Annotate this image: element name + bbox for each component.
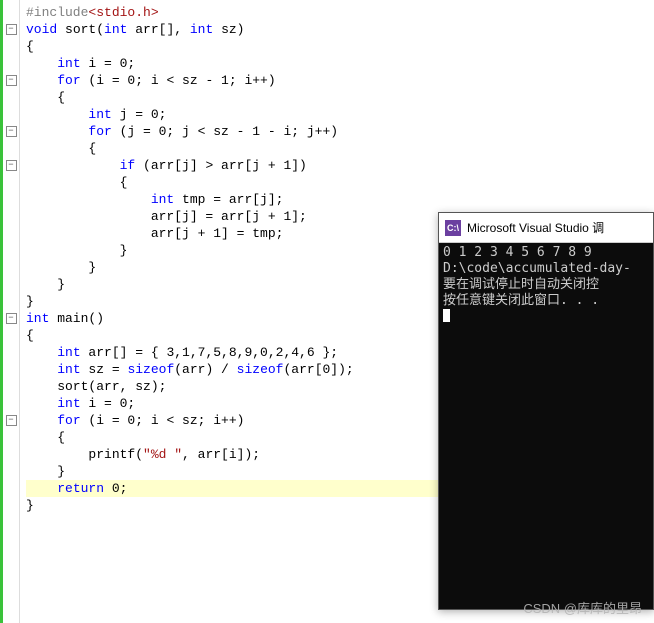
code-line[interactable]: { bbox=[26, 140, 654, 157]
console-line: D:\code\accumulated-day- bbox=[443, 261, 649, 277]
code-line[interactable]: void sort(int arr[], int sz) bbox=[26, 21, 654, 38]
console-line: 0 1 2 3 4 5 6 7 8 9 bbox=[443, 245, 649, 261]
code-line[interactable]: int j = 0; bbox=[26, 106, 654, 123]
fold-toggle-icon[interactable]: − bbox=[6, 75, 17, 86]
console-line: 按任意键关闭此窗口. . . bbox=[443, 293, 649, 309]
code-line[interactable]: if (arr[j] > arr[j + 1]) bbox=[26, 157, 654, 174]
code-line[interactable]: for (i = 0; i < sz - 1; i++) bbox=[26, 72, 654, 89]
console-line: 要在调试停止时自动关闭控 bbox=[443, 277, 649, 293]
fold-toggle-icon[interactable]: − bbox=[6, 415, 17, 426]
fold-toggle-icon[interactable]: − bbox=[6, 160, 17, 171]
console-output[interactable]: 0 1 2 3 4 5 6 7 8 9D:\code\accumulated-d… bbox=[439, 243, 653, 329]
code-line[interactable]: { bbox=[26, 174, 654, 191]
code-line[interactable]: int i = 0; bbox=[26, 55, 654, 72]
fold-toggle-icon[interactable]: − bbox=[6, 313, 17, 324]
vs-icon: C:\ bbox=[445, 220, 461, 236]
console-window: C:\ Microsoft Visual Studio 调 0 1 2 3 4 … bbox=[438, 212, 654, 610]
code-line[interactable]: { bbox=[26, 89, 654, 106]
code-line[interactable]: int tmp = arr[j]; bbox=[26, 191, 654, 208]
console-titlebar[interactable]: C:\ Microsoft Visual Studio 调 bbox=[439, 213, 653, 243]
fold-toggle-icon[interactable]: − bbox=[6, 24, 17, 35]
fold-toggle-icon[interactable]: − bbox=[6, 126, 17, 137]
code-line[interactable]: #include<stdio.h> bbox=[26, 4, 654, 21]
code-line[interactable]: for (j = 0; j < sz - 1 - i; j++) bbox=[26, 123, 654, 140]
console-title-text: Microsoft Visual Studio 调 bbox=[467, 219, 604, 236]
fold-gutter: − − − − − − bbox=[0, 0, 20, 623]
code-line[interactable]: { bbox=[26, 38, 654, 55]
console-cursor bbox=[443, 309, 450, 322]
